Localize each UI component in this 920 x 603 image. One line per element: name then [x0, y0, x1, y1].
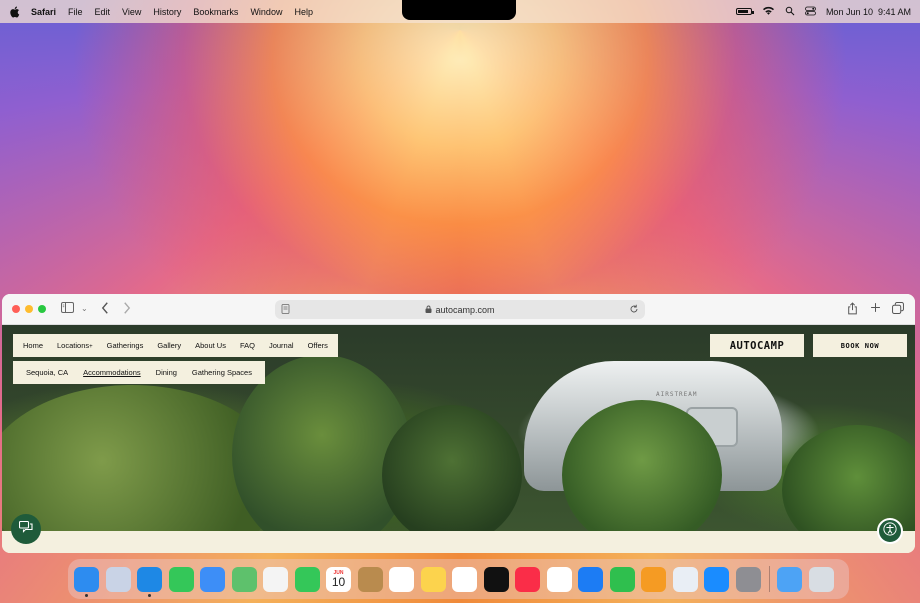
locations-expand-icon: + [89, 344, 93, 350]
freeform-icon[interactable] [452, 566, 477, 592]
page-bottom-strip [2, 531, 915, 553]
menu-view[interactable]: View [122, 7, 141, 17]
reader-page-icon[interactable] [281, 304, 290, 316]
nav-locations[interactable]: Locations+ [57, 341, 93, 350]
dock-separator [769, 566, 770, 592]
pages-icon[interactable] [641, 566, 666, 592]
battery-level-fill [737, 10, 748, 13]
reminders-icon[interactable] [389, 566, 414, 592]
contacts-icon[interactable] [357, 566, 383, 592]
nav-gallery[interactable]: Gallery [157, 341, 181, 350]
photos-icon[interactable] [263, 566, 288, 592]
safari-window: ⌄ autocamp.com AIRSTREAM Home Locations+… [2, 294, 915, 553]
share-icon[interactable] [847, 302, 858, 318]
forward-arrow-icon[interactable] [123, 302, 131, 317]
main-nav: Home Locations+ Gatherings Gallery About… [13, 334, 338, 357]
web-page-hero: AIRSTREAM Home Locations+ Gatherings Gal… [2, 325, 915, 531]
close-button[interactable] [12, 305, 20, 313]
app-store-icon[interactable] [704, 566, 729, 592]
foliage [782, 425, 915, 531]
calendar-day: 10 [331, 574, 346, 589]
numbers-icon[interactable] [609, 566, 635, 592]
calendar-icon[interactable]: JUN 10 [326, 566, 351, 592]
nav-locations-label: Locations [57, 341, 90, 350]
battery-icon[interactable] [735, 8, 754, 15]
nav-offers[interactable]: Offers [308, 341, 328, 350]
foliage [382, 405, 522, 531]
zoom-button[interactable] [38, 305, 46, 313]
wifi-icon[interactable] [762, 6, 775, 18]
menu-file[interactable]: File [68, 7, 83, 17]
menu-history[interactable]: History [153, 7, 181, 17]
mail-icon[interactable] [200, 566, 225, 592]
downloads-folder-icon[interactable] [777, 566, 802, 592]
safari-toolbar: ⌄ autocamp.com [2, 294, 915, 325]
launchpad-icon[interactable] [105, 566, 131, 592]
menu-bookmarks[interactable]: Bookmarks [193, 7, 238, 17]
address-bar[interactable]: autocamp.com [275, 300, 645, 319]
accessibility-button[interactable] [877, 518, 903, 544]
news-icon[interactable] [546, 566, 572, 592]
url-text: autocamp.com [435, 304, 495, 315]
chevron-down-icon[interactable]: ⌄ [81, 302, 88, 316]
subnav-accommodations[interactable]: Accommodations [83, 368, 141, 377]
new-tab-icon[interactable] [870, 302, 881, 316]
menu-app-name[interactable]: Safari [31, 7, 56, 17]
tv-icon[interactable] [483, 566, 509, 592]
chat-icon [18, 520, 33, 538]
sidebar-toggle-icon[interactable] [61, 302, 74, 316]
keynote-icon[interactable] [578, 566, 603, 592]
reload-icon[interactable] [629, 304, 639, 316]
trash-icon[interactable] [808, 566, 834, 592]
iphone-mirroring-icon[interactable] [672, 566, 698, 592]
messages-icon[interactable] [168, 566, 194, 592]
chat-button[interactable] [11, 514, 41, 544]
book-now-button[interactable]: BOOK NOW [813, 334, 907, 357]
dock: JUN 10 [68, 559, 849, 599]
window-controls [12, 305, 46, 313]
camera-notch [402, 0, 516, 20]
subnav-sequoia[interactable]: Sequoia, CA [26, 368, 68, 377]
facetime-icon[interactable] [294, 566, 320, 592]
minimize-button[interactable] [25, 305, 33, 313]
lock-icon [425, 305, 432, 315]
system-settings-icon[interactable] [735, 566, 761, 592]
nav-journal[interactable]: Journal [269, 341, 294, 350]
subnav-dining[interactable]: Dining [156, 368, 177, 377]
menu-edit[interactable]: Edit [95, 7, 111, 17]
notes-icon[interactable] [420, 566, 446, 592]
nav-faq[interactable]: FAQ [240, 341, 255, 350]
running-indicator [85, 593, 88, 597]
subnav-gathering-spaces[interactable]: Gathering Spaces [192, 368, 252, 377]
finder-icon[interactable] [74, 566, 99, 597]
menu-help[interactable]: Help [294, 7, 313, 17]
spotlight-search-icon[interactable] [785, 6, 795, 18]
nav-about-us[interactable]: About Us [195, 341, 226, 350]
music-icon[interactable] [515, 566, 540, 592]
menu-window[interactable]: Window [250, 7, 282, 17]
back-arrow-icon[interactable] [101, 302, 109, 317]
running-indicator [148, 593, 151, 597]
control-center-icon[interactable] [805, 6, 816, 18]
apple-icon[interactable] [9, 5, 21, 18]
safari-icon[interactable] [137, 566, 162, 597]
location-subnav: Sequoia, CA Accommodations Dining Gather… [13, 361, 265, 384]
tab-overview-icon[interactable] [892, 302, 904, 317]
nav-home[interactable]: Home [23, 341, 43, 350]
autocamp-logo[interactable]: AUTOCAMP [710, 334, 804, 357]
maps-icon[interactable] [231, 566, 257, 592]
nav-gatherings[interactable]: Gatherings [107, 341, 144, 350]
menu-clock[interactable]: Mon Jun 10 9:41 AM [826, 7, 911, 17]
accessibility-icon [883, 521, 897, 541]
trailer-brand-text: AIRSTREAM [656, 391, 698, 398]
